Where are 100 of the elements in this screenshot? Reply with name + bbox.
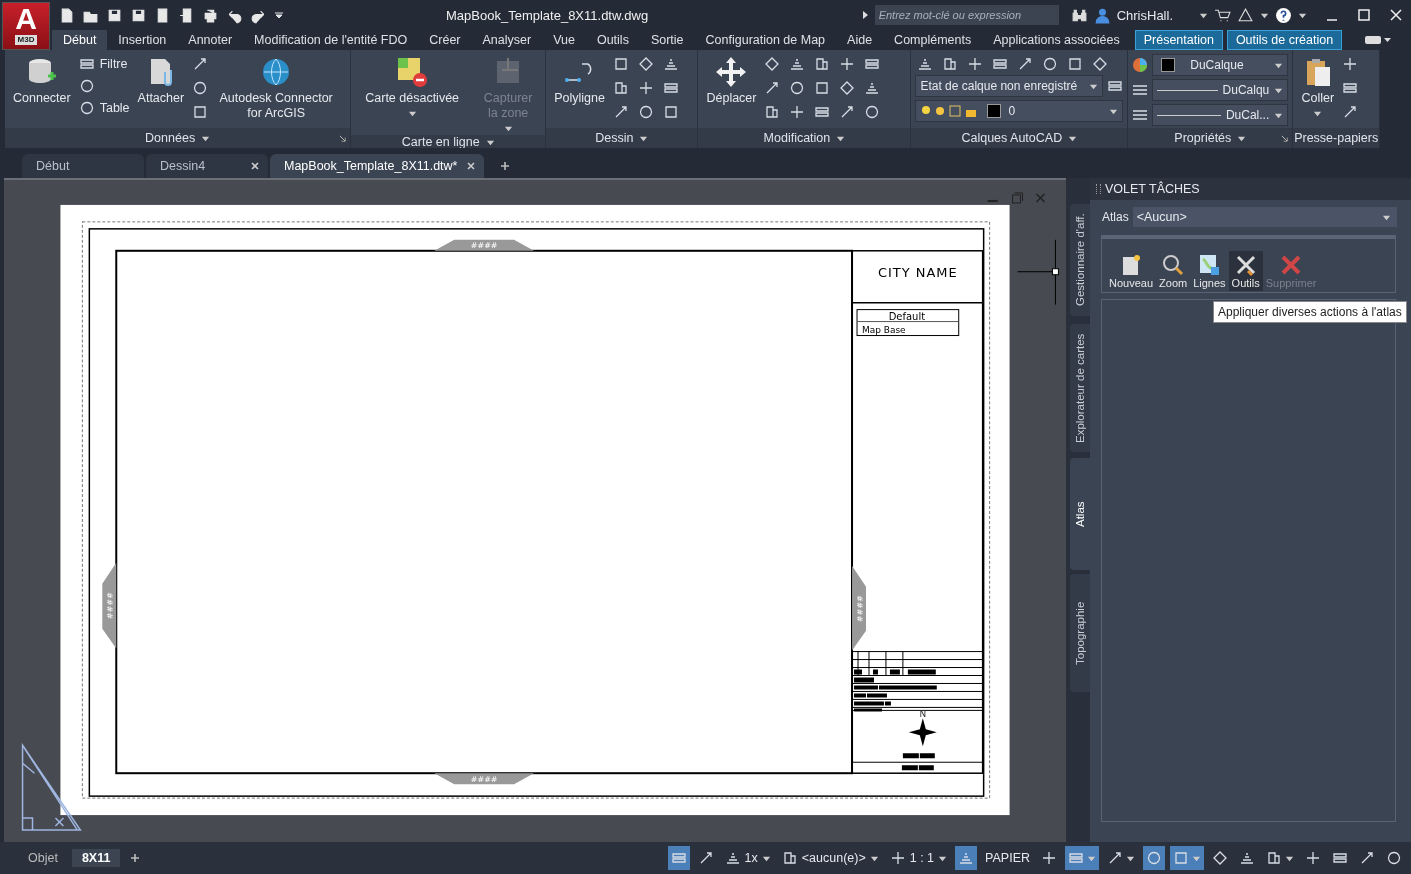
- panel-title[interactable]: Données: [145, 131, 211, 145]
- dropdown-field[interactable]: 0: [915, 100, 1124, 122]
- status-toggle[interactable]: [1170, 846, 1204, 870]
- menu-tab[interactable]: Présentation: [1134, 30, 1223, 50]
- tool-icon[interactable]: [1342, 104, 1359, 120]
- status-button[interactable]: 1 : 1: [886, 850, 951, 866]
- tool-icon[interactable]: [192, 104, 209, 120]
- tool-icon[interactable]: [814, 56, 831, 72]
- tool-icon[interactable]: [864, 104, 881, 120]
- tool-icon[interactable]: [839, 56, 856, 72]
- status-toggle[interactable]: [955, 846, 978, 870]
- ribbon-button[interactable]: Attacher: [133, 54, 189, 124]
- layout-tab[interactable]: 8X11: [71, 849, 121, 867]
- tool-icon[interactable]: [864, 80, 881, 96]
- tool-icon[interactable]: [839, 80, 856, 96]
- side-tab[interactable]: Atlas: [1070, 458, 1090, 570]
- status-button[interactable]: PAPIER: [982, 851, 1033, 865]
- ribbon-button[interactable]: Déplacer: [702, 54, 761, 124]
- tool-icon[interactable]: [612, 56, 629, 72]
- tool-icon[interactable]: [814, 104, 831, 120]
- tool-icon[interactable]: [1067, 56, 1084, 72]
- tool-icon[interactable]: [942, 56, 959, 72]
- side-tab[interactable]: Topographie: [1070, 574, 1090, 692]
- customize-caret-icon[interactable]: [274, 10, 284, 20]
- status-toggle[interactable]: [1143, 846, 1165, 870]
- close-icon[interactable]: [465, 161, 476, 171]
- status-toggle[interactable]: [1065, 846, 1099, 870]
- tool-icon[interactable]: [789, 104, 806, 120]
- menu-tab[interactable]: Outils de création: [1226, 30, 1343, 50]
- tool-icon[interactable]: [864, 56, 881, 72]
- toolbar-button[interactable]: Outils: [1228, 251, 1263, 291]
- tool-icon[interactable]: [1042, 56, 1059, 72]
- tool-icon[interactable]: [917, 56, 934, 72]
- layer-icon[interactable]: [1107, 78, 1124, 94]
- status-button[interactable]: <aucun(e)>: [778, 850, 882, 866]
- tool-icon[interactable]: [662, 104, 679, 120]
- document-tab[interactable]: Début: [22, 154, 144, 178]
- tool-icon[interactable]: [789, 80, 806, 96]
- tool-icon[interactable]: [839, 104, 856, 120]
- tool-icon[interactable]: [192, 80, 209, 96]
- maximize-icon[interactable]: [1357, 8, 1371, 22]
- ribbon-button[interactable]: Carte désactivée: [361, 54, 464, 124]
- toolbar-button[interactable]: Lignes: [1190, 251, 1229, 291]
- tool-icon[interactable]: [764, 80, 781, 96]
- app-logo[interactable]: A M3D: [2, 2, 50, 50]
- expand-arrow-icon[interactable]: [860, 10, 869, 20]
- side-tab[interactable]: Explorateur de cartes: [1070, 324, 1090, 452]
- new-layout-icon[interactable]: [130, 853, 141, 863]
- tool-icon[interactable]: [1092, 56, 1109, 72]
- color-wheel-icon[interactable]: [1132, 57, 1149, 73]
- document-tab[interactable]: Dessin4: [146, 154, 268, 178]
- tool-icon[interactable]: [637, 104, 654, 120]
- new-tab-icon[interactable]: [499, 161, 510, 171]
- ribbon-button[interactable]: Connecter: [9, 54, 75, 124]
- toolbar-button[interactable]: Nouveau: [1106, 251, 1157, 291]
- menu-tab[interactable]: Début: [52, 30, 108, 50]
- tool-icon[interactable]: [662, 56, 679, 72]
- dropdown-field[interactable]: DuCal...: [1152, 104, 1289, 126]
- tool-icon[interactable]: [764, 104, 781, 120]
- ribbon-button[interactable]: Filtre: [78, 56, 130, 72]
- line-style-icon[interactable]: [1132, 82, 1149, 98]
- triangle-network-icon[interactable]: [1237, 6, 1254, 24]
- dropdown-field[interactable]: Etat de calque non enregistré: [915, 75, 1104, 97]
- dropdown-field[interactable]: DuCalque: [1152, 54, 1289, 76]
- help-icon[interactable]: [1275, 6, 1292, 24]
- menu-tab[interactable]: Vue: [542, 30, 586, 50]
- menu-tab[interactable]: Sortie: [639, 30, 695, 50]
- status-toggle[interactable]: [667, 846, 690, 870]
- ribbon-button[interactable]: Coller: [1297, 54, 1339, 124]
- tool-icon[interactable]: [1017, 56, 1034, 72]
- toolbar-button[interactable]: Zoom: [1156, 251, 1191, 291]
- tool-icon[interactable]: [78, 78, 95, 94]
- menu-tab[interactable]: Insertion: [107, 30, 178, 50]
- menu-tab[interactable]: Annoter: [177, 30, 244, 50]
- menu-tab[interactable]: Outils: [585, 30, 640, 50]
- user-icon[interactable]: [1093, 6, 1111, 24]
- menu-tab[interactable]: Aide: [836, 30, 884, 50]
- tool-icon[interactable]: [992, 56, 1009, 72]
- tool-icon[interactable]: [637, 56, 654, 72]
- ribbon-options-icon[interactable]: [1364, 34, 1393, 46]
- menu-tab[interactable]: Configuration de Map: [694, 30, 837, 50]
- tool-icon[interactable]: [764, 56, 781, 72]
- ribbon-button[interactable]: Autodesk Connector for ArcGIS: [212, 54, 341, 124]
- menu-tab[interactable]: Applications associées: [982, 30, 1131, 50]
- menu-tab[interactable]: Compléments: [883, 30, 983, 50]
- close-icon[interactable]: [250, 161, 260, 171]
- line-style-icon[interactable]: [1132, 107, 1149, 123]
- ribbon-button[interactable]: Polyligne: [550, 54, 609, 124]
- tool-icon[interactable]: [1342, 80, 1359, 96]
- dropdown-field[interactable]: DuCalqu: [1152, 79, 1289, 101]
- menu-tab[interactable]: Créer: [418, 30, 472, 50]
- ribbon-button[interactable]: Table: [78, 100, 130, 116]
- search-field[interactable]: Entrez mot-clé ou expression: [874, 5, 1059, 25]
- menu-tab[interactable]: Analyser: [471, 30, 543, 50]
- tool-icon[interactable]: [814, 80, 831, 96]
- side-tab[interactable]: Gestionnaire d'aff.: [1070, 204, 1090, 316]
- tool-icon[interactable]: [967, 56, 984, 72]
- tool-icon[interactable]: [1342, 56, 1359, 72]
- launcher-arrow-icon[interactable]: [339, 134, 347, 142]
- tool-icon[interactable]: [662, 80, 679, 96]
